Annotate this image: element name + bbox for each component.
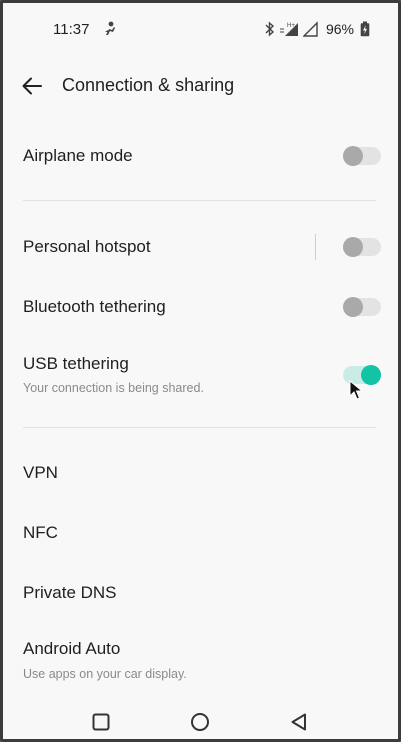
mouse-pointer-icon bbox=[349, 380, 363, 400]
usb-tethering-row[interactable]: USB tethering Your connection is being s… bbox=[3, 343, 398, 409]
bluetooth-icon bbox=[265, 21, 274, 37]
personal-hotspot-label: Personal hotspot bbox=[23, 237, 151, 256]
navigation-bar bbox=[3, 695, 398, 739]
bluetooth-tethering-toggle[interactable] bbox=[343, 297, 381, 317]
vpn-row[interactable]: VPN bbox=[3, 445, 398, 501]
triangle-back-icon[interactable] bbox=[288, 711, 310, 733]
nfc-label: NFC bbox=[23, 523, 58, 542]
status-time: 11:37 bbox=[53, 21, 90, 38]
android-auto-row[interactable]: Android Auto Use apps on your car displa… bbox=[3, 629, 398, 689]
toggle-knob bbox=[343, 146, 363, 166]
status-icons: H+ 96% bbox=[265, 19, 370, 39]
bluetooth-tethering-label: Bluetooth tethering bbox=[23, 297, 166, 316]
usb-tethering-subtitle: Your connection is being shared. bbox=[23, 381, 204, 395]
bluetooth-tethering-row[interactable]: Bluetooth tethering bbox=[3, 279, 398, 335]
section-divider bbox=[23, 427, 376, 428]
vpn-label: VPN bbox=[23, 463, 58, 482]
personal-hotspot-row[interactable]: Personal hotspot bbox=[3, 219, 398, 275]
phone-screen: 11:37 H+ 96% Connection & sharing Airpla… bbox=[0, 0, 401, 742]
page-header: Connection & sharing bbox=[3, 63, 398, 109]
nfc-row[interactable]: NFC bbox=[3, 505, 398, 561]
arrow-left-icon[interactable] bbox=[19, 73, 45, 99]
section-divider bbox=[23, 200, 376, 201]
vertical-separator bbox=[315, 234, 316, 260]
airplane-mode-toggle[interactable] bbox=[343, 146, 381, 166]
airplane-mode-label: Airplane mode bbox=[23, 146, 133, 165]
personal-hotspot-toggle[interactable] bbox=[343, 237, 381, 257]
battery-percent: 96% bbox=[325, 21, 354, 37]
status-bar: 11:37 H+ 96% bbox=[3, 3, 398, 57]
page-title: Connection & sharing bbox=[62, 75, 235, 95]
toggle-knob bbox=[343, 297, 363, 317]
usb-tethering-label: USB tethering bbox=[23, 354, 129, 373]
square-icon[interactable] bbox=[90, 711, 112, 733]
private-dns-row[interactable]: Private DNS bbox=[3, 565, 398, 621]
signal-icon bbox=[302, 21, 318, 37]
private-dns-label: Private DNS bbox=[23, 583, 117, 602]
battery-charging-icon bbox=[360, 21, 370, 37]
android-auto-label: Android Auto bbox=[23, 639, 121, 658]
android-auto-subtitle: Use apps on your car display. bbox=[23, 667, 187, 681]
network-type-icon: H+ bbox=[279, 23, 298, 36]
toggle-knob bbox=[361, 365, 381, 385]
emoji-activity-icon bbox=[105, 21, 115, 35]
toggle-knob bbox=[343, 237, 363, 257]
circle-icon[interactable] bbox=[189, 711, 211, 733]
airplane-mode-row[interactable]: Airplane mode bbox=[3, 128, 398, 184]
